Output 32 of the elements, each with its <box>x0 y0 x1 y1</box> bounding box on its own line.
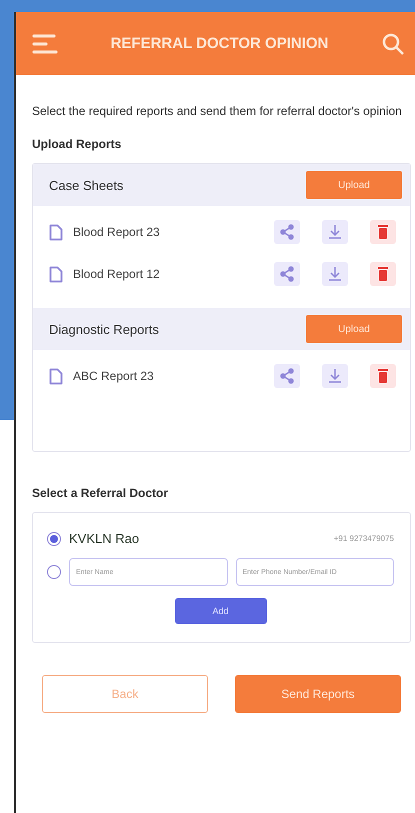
delete-icon[interactable] <box>370 364 396 388</box>
share-icon[interactable] <box>274 220 300 244</box>
download-icon[interactable] <box>322 364 348 388</box>
section-title: Diagnostic Reports <box>49 322 159 336</box>
delete-icon[interactable] <box>370 262 396 286</box>
file-name: ABC Report 23 <box>73 369 155 383</box>
section-heading: Upload Reports <box>32 137 122 151</box>
radio-button[interactable] <box>47 565 61 579</box>
search-icon[interactable] <box>381 32 405 56</box>
doctor-name: KVKLN Rao <box>69 531 140 546</box>
download-icon[interactable] <box>322 220 348 244</box>
download-icon[interactable] <box>322 262 348 286</box>
section-heading: Select a Referral Doctor <box>32 486 170 500</box>
share-icon[interactable] <box>274 364 300 388</box>
delete-icon[interactable] <box>370 220 396 244</box>
radio-button[interactable] <box>47 532 61 546</box>
file-name: Blood Report 12 <box>73 267 161 281</box>
back-button[interactable]: Back <box>42 675 208 713</box>
send-reports-button[interactable]: Send Reports <box>235 675 401 713</box>
page-title: REFERRAL DOCTOR OPINION <box>110 35 330 52</box>
file-icon <box>49 368 63 384</box>
phone-number: +91 9273479075 <box>334 534 394 543</box>
share-icon[interactable] <box>274 262 300 286</box>
instruction-text: Select the required reports and send them for referral doctor's opinion <box>32 103 403 120</box>
file-icon <box>49 266 63 282</box>
add-button[interactable]: Add <box>174 598 266 624</box>
file-name: Blood Report 23 <box>73 225 161 239</box>
file-icon <box>49 224 63 240</box>
menu-icon[interactable] <box>32 32 58 54</box>
section-title: Case Sheets <box>49 178 124 192</box>
upload-button[interactable]: Upload <box>306 315 402 343</box>
upload-button[interactable]: Upload <box>306 171 402 199</box>
